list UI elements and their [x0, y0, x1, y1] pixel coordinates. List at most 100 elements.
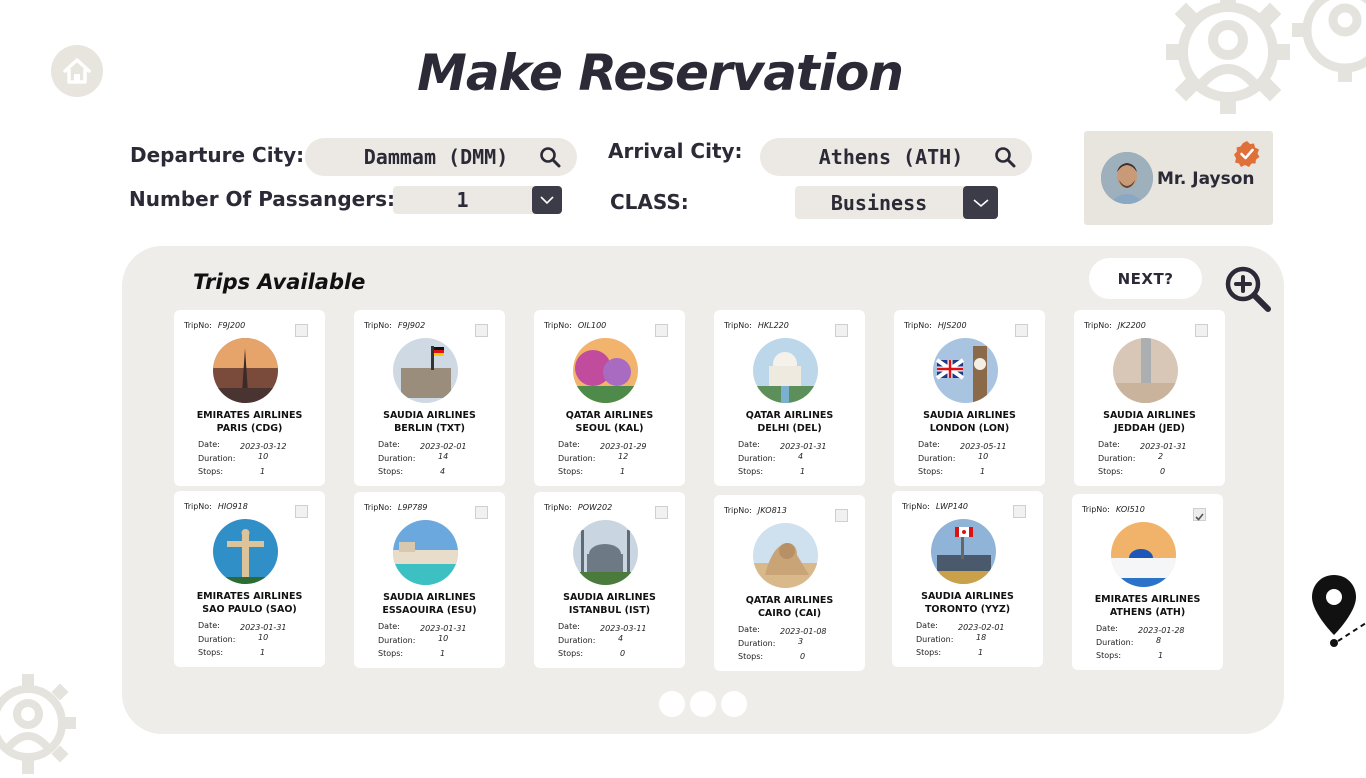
- date-label: Date:: [558, 622, 580, 631]
- stops-label: Stops:: [738, 467, 764, 476]
- zoom-in-icon[interactable]: [1224, 265, 1272, 313]
- duration-value: 10: [438, 634, 449, 643]
- trip-card[interactable]: TripNo: JK2200 SAUDIA AIRLINES JEDDAH (JED)…: [1074, 310, 1225, 486]
- passengers-value: 1: [456, 188, 469, 212]
- date-label: Date:: [916, 621, 938, 630]
- trip-card[interactable]: TripNo: L9P789 SAUDIA AIRLINES ESSAOUIRA (E…: [354, 492, 505, 668]
- trip-select-checkbox[interactable]: [1193, 508, 1206, 521]
- stops-value: 1: [620, 467, 626, 476]
- chevron-down-icon[interactable]: [963, 186, 998, 219]
- profile-name: Mr. Jayson: [1157, 169, 1255, 189]
- duration-value: 14: [438, 452, 449, 461]
- stops-value: 1: [978, 648, 984, 657]
- trip-select-checkbox[interactable]: [1195, 324, 1208, 337]
- trip-number: TripNo: F9J200: [184, 321, 246, 330]
- stops-value: 0: [1160, 467, 1166, 476]
- trip-number: TripNo: L9P789: [364, 503, 428, 512]
- passengers-select[interactable]: 1: [393, 186, 562, 214]
- duration-label: Duration:: [558, 636, 596, 645]
- trip-card[interactable]: TripNo: POW202 SAUDIA AIRLINES ISTANBUL (IS…: [534, 492, 685, 668]
- stops-label: Stops:: [918, 467, 944, 476]
- search-icon[interactable]: [992, 144, 1018, 170]
- next-button[interactable]: NEXT?: [1089, 258, 1202, 299]
- trip-card[interactable]: TripNo: KOI510 EMIRATES AIRLINES ATHENS (AT…: [1072, 494, 1223, 670]
- duration-value: 10: [258, 452, 269, 461]
- airline-name: QATAR AIRLINES: [745, 410, 834, 421]
- trip-select-checkbox[interactable]: [475, 324, 488, 337]
- stops-label: Stops:: [1096, 651, 1122, 660]
- date-label: Date:: [918, 440, 940, 449]
- duration-label: Duration:: [1098, 454, 1136, 463]
- duration-value: 3: [798, 637, 804, 646]
- chevron-down-icon[interactable]: [532, 186, 562, 214]
- destination-name: SAO PAULO (SAO): [202, 604, 297, 615]
- trip-card[interactable]: TripNo: LWP140 SAUDIA AIRLINES TORONTO (YYZ…: [892, 491, 1043, 667]
- stops-value: 1: [440, 649, 446, 658]
- check-icon: [1195, 513, 1204, 521]
- arrival-city-input[interactable]: Athens (ATH): [760, 138, 1032, 176]
- class-select[interactable]: Business: [795, 186, 998, 219]
- trip-number: TripNo: HJS200: [904, 321, 967, 330]
- trip-select-checkbox[interactable]: [1015, 324, 1028, 337]
- trip-select-checkbox[interactable]: [295, 505, 308, 518]
- destination-photo: [213, 338, 278, 403]
- trip-card[interactable]: TripNo: JKO813 QATAR AIRLINES CAIRO (CAI) Da…: [714, 495, 865, 671]
- page-dot-2[interactable]: [690, 691, 716, 717]
- trip-card[interactable]: TripNo: F9J200 EMIRATES AIRLINES PARIS (CDG…: [174, 310, 325, 486]
- trip-select-checkbox[interactable]: [655, 506, 668, 519]
- duration-value: 10: [978, 452, 989, 461]
- destination-photo: [573, 520, 638, 585]
- stops-value: 0: [800, 652, 806, 661]
- date-value: 2023-01-31: [420, 624, 467, 633]
- profile-card[interactable]: Mr. Jayson: [1084, 131, 1273, 225]
- destination-photo: [753, 338, 818, 403]
- trip-select-checkbox[interactable]: [1013, 505, 1026, 518]
- duration-label: Duration:: [378, 454, 416, 463]
- duration-label: Duration:: [738, 639, 776, 648]
- date-value: 2023-01-31: [1140, 442, 1187, 451]
- trip-card[interactable]: TripNo: HJS200 SAUDIA AIRLINES LONDON (LON)…: [894, 310, 1045, 486]
- search-icon[interactable]: [537, 144, 563, 170]
- trip-number: TripNo: LWP140: [902, 502, 969, 511]
- page-dot-1[interactable]: [659, 691, 685, 717]
- avatar: [1101, 152, 1153, 204]
- stops-value: 0: [620, 649, 626, 658]
- trip-select-checkbox[interactable]: [475, 506, 488, 519]
- stops-value: 1: [980, 467, 986, 476]
- trip-card[interactable]: TripNo: HIO918 EMIRATES AIRLINES SAO PAULO …: [174, 491, 325, 667]
- date-value: 2023-01-31: [780, 442, 827, 451]
- duration-label: Duration:: [558, 454, 596, 463]
- trip-select-checkbox[interactable]: [655, 324, 668, 337]
- date-label: Date:: [558, 440, 580, 449]
- stops-value: 1: [800, 467, 806, 476]
- trip-select-checkbox[interactable]: [835, 324, 848, 337]
- date-label: Date:: [198, 440, 220, 449]
- departure-city-input[interactable]: Dammam (DMM): [305, 138, 577, 176]
- date-value: 2023-02-01: [420, 442, 467, 451]
- destination-name: JEDDAH (JED): [1114, 423, 1185, 434]
- departure-city-label: Departure City:: [130, 143, 305, 167]
- stops-label: Stops:: [198, 648, 224, 657]
- trip-select-checkbox[interactable]: [295, 324, 308, 337]
- duration-label: Duration:: [198, 635, 236, 644]
- arrival-city-value: Athens (ATH): [818, 145, 964, 169]
- date-value: 2023-01-28: [1138, 626, 1185, 635]
- duration-value: 4: [618, 634, 624, 643]
- stops-label: Stops:: [916, 648, 942, 657]
- destination-name: ESSAOUIRA (ESU): [382, 605, 477, 616]
- destination-name: BERLIN (TXT): [394, 423, 465, 434]
- destination-name: DELHI (DEL): [757, 423, 822, 434]
- airline-name: QATAR AIRLINES: [745, 595, 834, 606]
- trip-card[interactable]: TripNo: OIL100 QATAR AIRLINES SEOUL (KAL) Da…: [534, 310, 685, 486]
- trip-number: TripNo: HIO918: [184, 502, 248, 511]
- page-dot-3[interactable]: [721, 691, 747, 717]
- trip-card[interactable]: TripNo: F9J902 SAUDIA AIRLINES BERLIN (TXT)…: [354, 310, 505, 486]
- date-label: Date:: [198, 621, 220, 630]
- trip-card[interactable]: TripNo: HKL220 QATAR AIRLINES DELHI (DEL) Da…: [714, 310, 865, 486]
- destination-name: SEOUL (KAL): [575, 423, 644, 434]
- trip-select-checkbox[interactable]: [835, 509, 848, 522]
- destination-photo: [213, 519, 278, 584]
- stops-value: 4: [440, 467, 446, 476]
- destination-photo: [931, 519, 996, 584]
- destination-photo: [1111, 522, 1176, 587]
